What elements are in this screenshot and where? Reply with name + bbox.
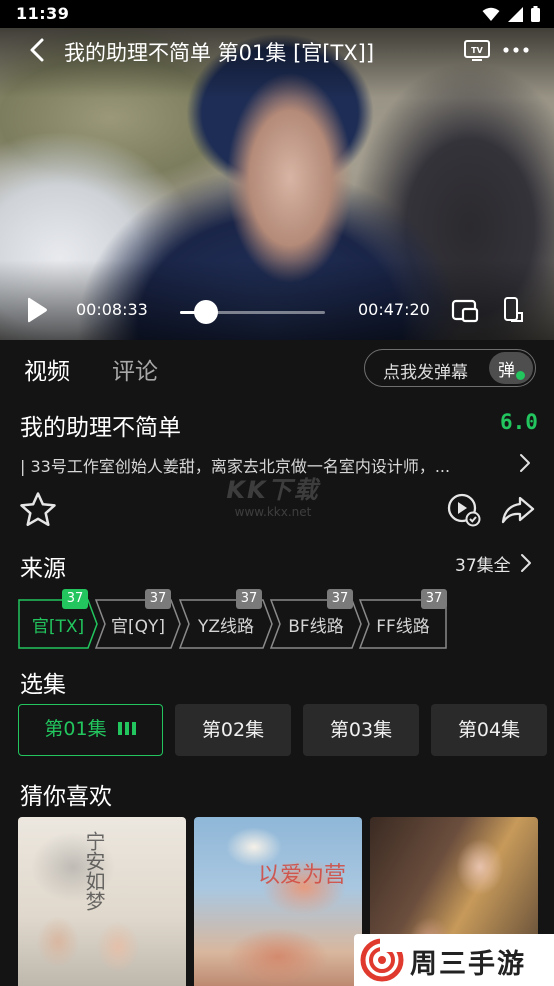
episode-label: 第02集	[201, 719, 265, 741]
swirl-logo-icon	[360, 938, 404, 982]
danmaku-label: 点我发弹幕	[383, 363, 468, 383]
current-time: 00:08:33	[76, 300, 148, 319]
play-icon[interactable]	[24, 296, 50, 324]
battery-icon	[531, 6, 540, 22]
episode-button[interactable]: 第03集	[303, 704, 419, 756]
tabs-row: 视频 评论 点我发弹幕 弹	[0, 340, 554, 398]
share-arrow-icon[interactable]	[500, 494, 536, 526]
source-chip[interactable]: 37 YZ线路	[179, 589, 273, 649]
show-title: 我的助理不简单	[20, 415, 181, 441]
back-arrow-icon[interactable]	[24, 36, 52, 64]
action-row	[0, 488, 554, 536]
source-label: YZ线路	[197, 617, 255, 637]
episode-button[interactable]: 第01集	[18, 704, 163, 756]
source-badge: 37	[236, 589, 262, 609]
favorite-star-icon[interactable]	[18, 490, 58, 530]
more-options-icon[interactable]	[500, 38, 532, 62]
status-icons	[482, 6, 540, 22]
source-badge: 37	[62, 589, 88, 609]
chevron-right-icon[interactable]	[516, 452, 534, 474]
tv-cast-icon[interactable]: TV	[463, 38, 491, 62]
source-chip[interactable]: 37 官[TX]	[18, 589, 98, 649]
picture-in-picture-icon[interactable]	[451, 298, 479, 324]
source-list: 37 官[TX] 37 官[QY] 37 YZ线路 37 BF线路 37 FF线…	[18, 589, 538, 651]
cast-screen-icon[interactable]	[446, 492, 482, 528]
tab-comments[interactable]: 评论	[112, 352, 158, 386]
svg-text:TV: TV	[471, 46, 483, 55]
episode-label: 第04集	[457, 719, 521, 741]
source-badge: 37	[327, 589, 353, 609]
source-label: 官[TX]	[31, 617, 85, 637]
rotate-screen-icon[interactable]	[502, 296, 524, 324]
tab-video[interactable]: 视频	[24, 352, 70, 386]
chevron-right-icon[interactable]	[518, 552, 534, 574]
episode-label: 第03集	[329, 719, 393, 741]
source-chip[interactable]: 37 FF线路	[359, 589, 447, 649]
player-header: 我的助理不简单 第01集 [官[TX]] TV	[0, 32, 554, 68]
episode-list: 第01集 第02集 第03集 第04集	[18, 704, 547, 756]
recommend-poster[interactable]: 宁安如梦	[18, 817, 186, 986]
wifi-icon	[482, 7, 500, 21]
ad-banner-text: 周三手游网	[410, 949, 526, 980]
rating-score: 6.0	[500, 410, 538, 434]
danmaku-toggle-label: 弹	[498, 361, 515, 381]
total-time: 00:47:20	[358, 300, 430, 319]
source-chip[interactable]: 37 官[QY]	[95, 589, 181, 649]
source-badge: 37	[145, 589, 171, 609]
source-label: BF线路	[288, 617, 344, 637]
poster-title-art: 宁安如梦	[82, 831, 106, 911]
episode-label: 第01集	[44, 718, 107, 740]
corner-ad-banner[interactable]: 周三手游网	[354, 934, 554, 986]
episode-button[interactable]: 第02集	[175, 704, 291, 756]
episode-section-title: 选集	[20, 672, 66, 698]
source-label: FF线路	[376, 617, 430, 637]
source-episode-count[interactable]: 37集全	[455, 551, 511, 576]
recommend-poster[interactable]: 以爱为营	[194, 817, 362, 986]
source-badge: 37	[421, 589, 447, 609]
source-section-title: 来源	[20, 556, 66, 582]
source-label: 官[QY]	[110, 617, 166, 637]
signal-icon	[508, 6, 523, 22]
danmaku-toggle[interactable]: 弹	[489, 352, 533, 384]
player-controls: 00:08:33 00:47:20	[0, 284, 554, 340]
danmaku-button[interactable]: 点我发弹幕 弹	[364, 349, 536, 387]
status-bar: 11:39	[0, 0, 554, 28]
seek-thumb[interactable]	[194, 300, 219, 324]
episode-button[interactable]: 第04集	[431, 704, 547, 756]
danmaku-on-indicator	[515, 370, 526, 381]
source-chip[interactable]: 37 BF线路	[270, 589, 362, 649]
video-player[interactable]: 我的助理不简单 第01集 [官[TX]] TV 00:08:33 00:47:2…	[0, 28, 554, 340]
now-playing-icon	[117, 721, 136, 735]
poster-title-art: 以爱为营	[258, 863, 347, 888]
status-time: 11:39	[16, 4, 70, 23]
recommend-section-title: 猜你喜欢	[20, 784, 112, 810]
player-title: 我的助理不简单 第01集 [官[TX]]	[64, 41, 375, 65]
